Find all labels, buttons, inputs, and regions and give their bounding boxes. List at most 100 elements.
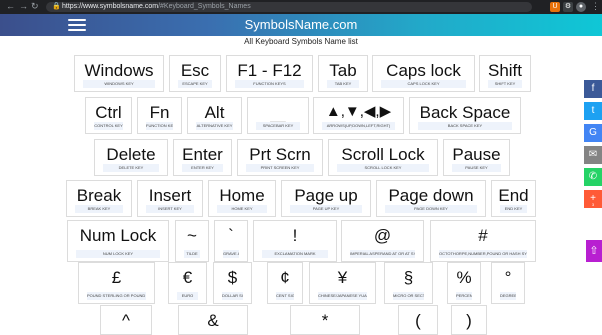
share-glyph: t	[591, 105, 595, 116]
symbol-name-label: PAGE DOWN KEY	[385, 205, 477, 213]
symbol-card[interactable]: $ DOLLAR SIGN	[213, 262, 252, 304]
facebook-icon[interactable]: f	[584, 80, 602, 98]
back-arrow-icon[interactable]: ←	[6, 1, 15, 11]
symbol-card[interactable]: &	[178, 305, 248, 335]
twitter-icon[interactable]: t	[584, 102, 602, 120]
symbol-name-label: DELETE KEY	[103, 164, 159, 172]
symbol-card[interactable]: Home HOME KEY	[208, 180, 276, 217]
symbol-card[interactable]: Windows WINDOWS KEY	[74, 55, 164, 92]
symbol-name-label: SCROLL LOCK KEY	[337, 164, 429, 172]
symbol-glyph: ¢	[280, 268, 290, 287]
symbol-glyph: §	[403, 268, 414, 287]
symbol-card[interactable]: Page down PAGE DOWN KEY	[376, 180, 486, 217]
symbol-card[interactable]: Pause PAUSE KEY	[443, 139, 510, 176]
symbol-card[interactable]: £ POUND STERLING OR POUND SYMBOL	[78, 262, 155, 304]
forward-arrow-icon[interactable]: →	[19, 1, 28, 11]
symbol-card[interactable]: @ IMPERIAL ASPERAND AT OR AT SYMBOL	[341, 220, 424, 262]
symbol-card[interactable]: F1 - F12 FUNCTION KEYS	[226, 55, 313, 92]
lock-icon: 🔒	[52, 3, 61, 10]
symbol-name-label: EURO	[177, 292, 198, 300]
whatsapp-icon[interactable]: ✆	[584, 168, 602, 186]
reload-icon[interactable]: ↻	[31, 1, 39, 12]
symbol-card[interactable]: )	[451, 305, 487, 335]
symbol-glyph: ^	[122, 311, 130, 330]
symbol-name-label: FUNCTION KEY	[146, 122, 173, 130]
scroll-up-icon[interactable]: ⇧	[586, 240, 602, 262]
symbol-card[interactable]: Ctrl CONTROL KEY	[85, 97, 132, 134]
symbol-glyph: `	[228, 226, 234, 245]
symbol-card[interactable]: Num Lock NUM LOCK KEY	[67, 220, 169, 262]
symbol-glyph: %	[456, 268, 472, 287]
symbol-name-label: INSERT KEY	[146, 205, 194, 213]
symbol-card[interactable]: Alt ALTERNATIVE KEY	[187, 97, 242, 134]
symbol-card[interactable]: *	[290, 305, 360, 335]
symbol-glyph: Windows	[84, 61, 154, 80]
email-icon[interactable]: ✉	[584, 146, 602, 164]
symbol-card[interactable]: # OCTOTHORPE,NUMBER,POUND OR HASH SYMBOL	[430, 220, 536, 262]
symbol-glyph: Shift	[487, 61, 523, 80]
symbol-card[interactable]: Insert INSERT KEY	[137, 180, 203, 217]
symbol-glyph: !	[292, 226, 298, 245]
symbol-card[interactable]: ` GRAVE ACCENT	[214, 220, 248, 262]
symbol-card[interactable]: ° DEGREE	[491, 262, 525, 304]
browser-toolbar: ← → ↻ 🔒 https://www.symbolsname.com/#Key…	[0, 0, 602, 14]
site-header: SymbolsName.com	[0, 14, 602, 36]
symbol-glyph: Insert	[148, 186, 192, 205]
symbol-name-label: WINDOWS KEY	[83, 80, 155, 88]
symbol-card[interactable]: ~ TILDE	[175, 220, 209, 262]
symbol-glyph: °	[504, 268, 512, 287]
symbol-card[interactable]: Scroll Lock SCROLL LOCK KEY	[328, 139, 438, 176]
symbol-card[interactable]: Enter ENTER KEY	[173, 139, 232, 176]
symbol-card[interactable]: Page up PAGE UP KEY	[281, 180, 371, 217]
symbol-card[interactable]: (	[398, 305, 438, 335]
symbol-card[interactable]: Caps lock CAPS LOCK KEY	[372, 55, 475, 92]
symbol-glyph: ~	[187, 226, 197, 245]
symbol-card[interactable]: ^	[100, 305, 152, 335]
share-glyph: f	[591, 83, 595, 94]
symbol-card[interactable]: § MICRO OR SECTION	[384, 262, 433, 304]
share-glyph: ✉	[588, 149, 598, 160]
symbol-glyph: )	[466, 311, 472, 330]
symbol-glyph: £	[111, 268, 122, 287]
symbol-card[interactable]: ▲,▼,◀,▶ ARROWS(UP,DOWN,LEFT,RIGHT)	[313, 97, 404, 134]
symbol-card[interactable]: € EURO	[168, 262, 207, 304]
url-text: https://www.symbolsname.com/#Keyboard_Sy…	[62, 3, 251, 10]
symbol-card[interactable]: ▁ SPACEBAR KEY	[247, 97, 309, 134]
symbol-name-label: DOLLAR SIGN	[222, 292, 243, 300]
symbol-glyph: €	[182, 268, 193, 287]
site-title[interactable]: SymbolsName.com	[0, 16, 602, 34]
symbol-name-label: TILDE	[184, 250, 200, 258]
symbol-glyph: Scroll Lock	[341, 145, 425, 164]
symbol-glyph: &	[207, 311, 219, 330]
symbol-card[interactable]: Break BREAK KEY	[66, 180, 132, 217]
symbol-glyph: $	[227, 268, 238, 287]
symbol-card[interactable]: ! EXCLAMATION MARK	[253, 220, 337, 262]
symbol-name-label: SHIFT KEY	[488, 80, 522, 88]
symbol-card[interactable]: ¢ CENT SIGN	[267, 262, 303, 304]
symbol-card[interactable]: Delete DELETE KEY	[94, 139, 168, 176]
symbol-card[interactable]: Fn FUNCTION KEY	[137, 97, 182, 134]
google-icon[interactable]: G	[584, 124, 602, 142]
symbol-glyph: Caps lock	[386, 61, 461, 80]
profile-avatar-icon[interactable]: ●	[576, 2, 586, 12]
symbol-card[interactable]: End END KEY	[491, 180, 536, 217]
symbol-glyph: Fn	[149, 103, 170, 122]
symbol-card[interactable]: Shift SHIFT KEY	[479, 55, 531, 92]
symbol-name-label: PAGE UP KEY	[290, 205, 362, 213]
symbol-name-label: ENTER KEY	[182, 164, 223, 172]
symbol-card[interactable]: Esc ESCAPE KEY	[169, 55, 221, 92]
symbol-name-label: ALTERNATIVE KEY	[196, 122, 233, 130]
symbol-card[interactable]: ¥ CHINESE/JAPANESE YUAN	[309, 262, 376, 304]
share-glyph: ✆	[588, 171, 598, 182]
symbol-card[interactable]: Tab TAB KEY	[318, 55, 368, 92]
address-bar[interactable]: 🔒 https://www.symbolsname.com/#Keyboard_…	[46, 2, 532, 12]
symbol-name-label: EXCLAMATION MARK	[262, 250, 328, 258]
symbol-card[interactable]: Back Space BACK SPACE KEY	[409, 97, 521, 134]
symbol-name-label: CHINESE/JAPANESE YUAN	[318, 292, 367, 300]
extension-gear-icon[interactable]: ⚙	[563, 2, 573, 12]
extension-u-icon[interactable]: U	[550, 2, 560, 12]
symbol-card[interactable]: % PERCENT	[447, 262, 481, 304]
symbol-card[interactable]: Prt Scrn PRINT SCREEN KEY	[237, 139, 323, 176]
menu-dots-icon[interactable]: ⋮	[591, 1, 600, 12]
plus-icon[interactable]: +3	[584, 190, 602, 208]
